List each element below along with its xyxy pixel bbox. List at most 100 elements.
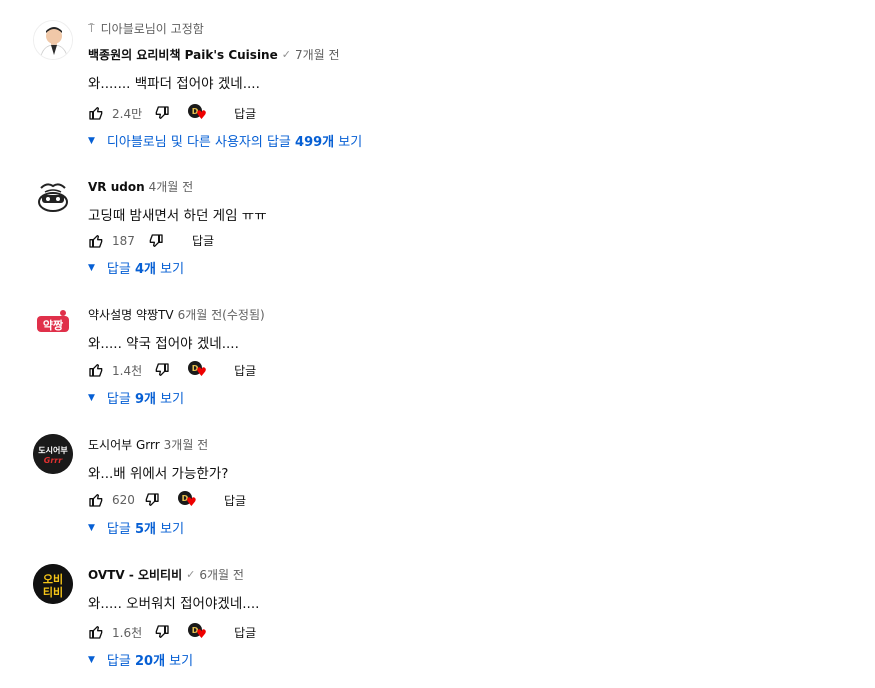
thumbs-down-icon (149, 233, 163, 247)
svg-text:도시어부: 도시어부 (38, 445, 68, 455)
caret-down-icon: ▼ (88, 262, 95, 273)
avatar[interactable]: 오비 티비 (33, 564, 73, 604)
comment-time[interactable]: 6개월 전 (199, 566, 244, 583)
comment-header: 약사설명 약짱TV 6개월 전(수정됨) (88, 306, 855, 323)
comment-actions: 187 답글 (88, 232, 214, 249)
avatar-logo-icon: 약짱 (33, 304, 73, 344)
author-name[interactable]: 약사설명 약짱TV (88, 306, 174, 323)
comment-text: 와....... 백파더 접어야 겠네.... (88, 76, 260, 92)
avatar-logo-icon: 오비 티비 (33, 564, 73, 604)
like-count: 1.4천 (112, 363, 143, 378)
like-count: 620 (112, 493, 135, 507)
like-count: 2.4만 (112, 106, 143, 121)
reply-button[interactable]: 답글 (192, 232, 214, 249)
reply-button[interactable]: 답글 (234, 362, 256, 379)
verified-check-icon: ✓ (186, 568, 196, 581)
verified-check-icon: ✓ (281, 48, 291, 61)
author-name[interactable]: OVTV - 오비티비 (88, 566, 182, 583)
like-button[interactable] (88, 492, 104, 508)
view-replies-button[interactable]: ▼ 답글 20개 보기 (88, 650, 193, 669)
reply-button[interactable]: 답글 (234, 105, 256, 122)
comment-body: VR udon 4개월 전 고딩때 밤새면서 하던 게임 ㅠㅠ (88, 178, 855, 225)
comment-header: VR udon 4개월 전 (88, 178, 855, 195)
like-button[interactable] (88, 233, 104, 249)
dislike-button[interactable] (148, 233, 164, 249)
pinned-label: 디아블로님이 고정함 (100, 22, 204, 36)
comment-text: 고딩때 밤새면서 하던 게임 ㅠㅠ (88, 208, 267, 224)
replies-label: 답글 20개 보기 (106, 654, 194, 669)
view-replies-button[interactable]: ▼ 답글 4개 보기 (88, 258, 184, 277)
svg-text:Grrr: Grrr (44, 456, 63, 465)
like-count: 187 (112, 233, 135, 248)
replies-label: 디아블로님 및 다른 사용자의 답글 499개 보기 (106, 135, 363, 150)
replies-label: 답글 5개 보기 (106, 522, 185, 537)
heart-icon: ♥ (196, 627, 207, 641)
comment-actions: 1.4천 D ♥ 답글 (88, 360, 256, 380)
thumbs-down-icon (155, 106, 169, 119)
comment-actions: 620 D ♥ 답글 (88, 490, 246, 510)
reply-button[interactable]: 답글 (234, 624, 256, 641)
replies-label: 답글 9개 보기 (106, 392, 185, 407)
avatar[interactable]: 도시어부 Grrr (33, 434, 73, 474)
thumbs-down-icon (145, 493, 159, 506)
comment-body: 도시어부 Grrr 3개월 전 와...배 위에서 가능한가? (88, 436, 855, 482)
thumbs-down-icon (155, 625, 169, 638)
view-replies-button[interactable]: ▼ 답글 5개 보기 (88, 518, 184, 537)
svg-text:오비: 오비 (43, 572, 63, 586)
comment-text: 와...배 위에서 가능한가? (88, 466, 229, 482)
like-button[interactable] (88, 362, 104, 378)
comment-header: OVTV - 오비티비 ✓ 6개월 전 (88, 566, 855, 583)
avatar-logo-icon: 도시어부 Grrr (33, 434, 73, 474)
replies-label: 답글 4개 보기 (106, 262, 185, 277)
pin-icon: ⍑ (88, 21, 95, 35)
thumbs-up-icon (89, 364, 103, 377)
comment-time[interactable]: 6개월 전(수정됨) (178, 306, 265, 323)
view-replies-button[interactable]: ▼ 디아블로님 및 다른 사용자의 답글 499개 보기 (88, 131, 362, 150)
dislike-button[interactable] (154, 105, 170, 121)
comment-actions: 2.4만 D ♥ 답글 (88, 103, 256, 123)
caret-down-icon: ▼ (88, 135, 95, 146)
comment-time[interactable]: 3개월 전 (164, 436, 209, 453)
thumbs-down-icon (155, 363, 169, 376)
comment-time[interactable]: 4개월 전 (149, 178, 194, 195)
svg-text:티비: 티비 (43, 585, 63, 599)
creator-heart-badge: D ♥ (178, 490, 198, 510)
pinned-badge: ⍑ 디아블로님이 고정함 (88, 20, 204, 37)
thumbs-up-icon (89, 494, 103, 507)
comment-text: 와..... 약국 접어야 겠네.... (88, 336, 239, 352)
dislike-button[interactable] (144, 492, 160, 508)
author-name[interactable]: VR udon (88, 180, 145, 194)
dislike-button[interactable] (154, 624, 170, 640)
reply-button[interactable]: 답글 (224, 492, 246, 509)
heart-icon: ♥ (186, 495, 197, 509)
avatar[interactable] (33, 20, 73, 60)
heart-icon: ♥ (196, 108, 207, 122)
comment-body: OVTV - 오비티비 ✓ 6개월 전 와..... 오버워치 접어야겠네...… (88, 566, 855, 612)
avatar-vr-icon (33, 176, 73, 216)
svg-text:약짱: 약짱 (43, 318, 63, 332)
creator-heart-badge: D ♥ (188, 360, 208, 380)
avatar-person-icon (34, 21, 72, 59)
comment-header: 도시어부 Grrr 3개월 전 (88, 436, 855, 453)
like-button[interactable] (88, 105, 104, 121)
creator-heart-badge: D ♥ (188, 103, 208, 123)
view-replies-button[interactable]: ▼ 답글 9개 보기 (88, 388, 184, 407)
comment-text: 와..... 오버워치 접어야겠네.... (88, 596, 260, 612)
like-button[interactable] (88, 624, 104, 640)
avatar[interactable]: 약짱 (33, 304, 73, 344)
caret-down-icon: ▼ (88, 522, 95, 533)
thumbs-up-icon (89, 234, 103, 248)
comment-header: 백종원의 요리비책 Paik's Cuisine ✓ 7개월 전 (88, 46, 855, 63)
thumbs-up-icon (89, 107, 103, 120)
thumbs-up-icon (89, 626, 103, 639)
caret-down-icon: ▼ (88, 654, 95, 665)
creator-heart-badge: D ♥ (188, 622, 208, 642)
comment-time[interactable]: 7개월 전 (295, 46, 340, 63)
comment-body: 약사설명 약짱TV 6개월 전(수정됨) 와..... 약국 접어야 겠네...… (88, 306, 855, 352)
author-name[interactable]: 백종원의 요리비책 Paik's Cuisine (88, 46, 278, 63)
avatar[interactable] (33, 176, 73, 216)
heart-icon: ♥ (196, 365, 207, 379)
comment-body: 백종원의 요리비책 Paik's Cuisine ✓ 7개월 전 와......… (88, 46, 855, 92)
dislike-button[interactable] (154, 362, 170, 378)
author-name[interactable]: 도시어부 Grrr (88, 436, 160, 453)
